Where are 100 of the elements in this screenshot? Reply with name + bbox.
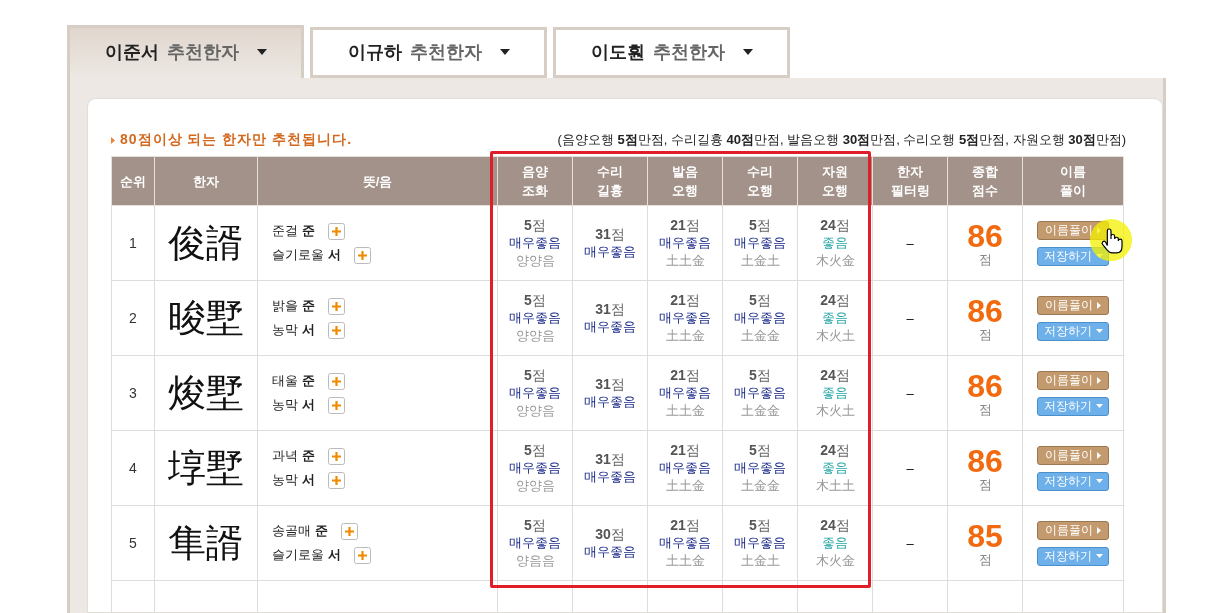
plus-icon[interactable] xyxy=(353,246,371,264)
element-text: 土土金 xyxy=(664,252,706,270)
name-tab[interactable]: 이준서 추천한자 xyxy=(67,25,304,78)
column-header: 수리 오행 xyxy=(722,156,798,206)
element-text: 土土金 xyxy=(664,552,706,570)
plus-icon[interactable] xyxy=(327,222,345,240)
score-text: 24점 xyxy=(819,441,851,459)
total-score: 86 xyxy=(966,444,1004,478)
rating-text: 좋음 xyxy=(821,384,849,402)
rating-text: 매우좋음 xyxy=(658,384,712,402)
plus-icon[interactable] xyxy=(353,546,371,564)
plus-icon[interactable] xyxy=(327,297,345,315)
plus-icon[interactable] xyxy=(327,447,345,465)
element-text: 土金金 xyxy=(739,477,781,495)
score-text: 5점 xyxy=(748,216,772,234)
save-button[interactable]: 저장하기 xyxy=(1037,546,1109,566)
meaning-text: 태울 준 xyxy=(272,372,316,390)
score-text: 5점 xyxy=(748,441,772,459)
caret-right-icon xyxy=(1097,376,1101,384)
score-text: 21점 xyxy=(669,366,701,384)
score-unit: 점 xyxy=(977,328,993,342)
score-text: 5점 xyxy=(748,516,772,534)
rating-text: 매우좋음 xyxy=(658,459,712,477)
element-text: 木火土 xyxy=(814,402,856,420)
column-header: 수리 길흉 xyxy=(572,156,648,206)
hanja-cell: 隼諝 xyxy=(154,505,258,581)
filter-cell: – xyxy=(872,505,948,581)
rating-text: 좋음 xyxy=(821,459,849,477)
interpret-button[interactable]: 이름풀이 xyxy=(1037,520,1109,540)
save-button[interactable]: 저장하기 xyxy=(1037,321,1109,341)
rating-text: 매우좋음 xyxy=(733,459,787,477)
element-text: 土金土 xyxy=(739,552,781,570)
column-header: 종합 점수 xyxy=(947,156,1023,206)
score-unit: 점 xyxy=(977,253,993,267)
rating-text: 매우좋음 xyxy=(583,543,637,561)
score-text: 5점 xyxy=(523,441,547,459)
column-header: 한자 xyxy=(154,156,258,206)
plus-icon[interactable] xyxy=(340,522,358,540)
interpret-button[interactable]: 이름풀이 xyxy=(1037,370,1109,390)
score-unit: 점 xyxy=(977,403,993,417)
plus-icon[interactable] xyxy=(327,471,345,489)
column-header: 발음 오행 xyxy=(647,156,723,206)
meaning-text: 농막 서 xyxy=(272,321,316,339)
score-text: 30점 xyxy=(594,525,626,543)
element-text: 木土土 xyxy=(814,477,856,495)
score-text: 5점 xyxy=(523,216,547,234)
caret-icon xyxy=(499,48,510,55)
hanja-cell: 俊諝 xyxy=(154,205,258,281)
plus-icon[interactable] xyxy=(327,396,345,414)
name-tab[interactable]: 이규하 추천한자 xyxy=(310,27,547,78)
column-header: 한자 필터링 xyxy=(872,156,948,206)
meaning-text: 슬기로울 서 xyxy=(272,246,342,264)
element-text: 木火金 xyxy=(814,552,856,570)
rating-text: 매우좋음 xyxy=(658,534,712,552)
meaning-text: 송골매 준 xyxy=(272,522,329,540)
column-header: 음양 조화 xyxy=(497,156,573,206)
name-tab[interactable]: 이도훤 추천한자 xyxy=(553,27,790,78)
element-text: 土金金 xyxy=(739,327,781,345)
hanja-cell: 焌墅 xyxy=(154,355,258,431)
meaning-text: 슬기로울 서 xyxy=(272,546,342,564)
score-text: 31점 xyxy=(594,225,626,243)
element-text: 土金金 xyxy=(739,402,781,420)
hanja-cell: 埻墅 xyxy=(154,430,258,506)
interpret-button[interactable]: 이름풀이 xyxy=(1037,445,1109,465)
score-text: 5점 xyxy=(523,516,547,534)
filter-cell: – xyxy=(872,205,948,281)
plus-icon[interactable] xyxy=(327,321,345,339)
rating-text: 매우좋음 xyxy=(658,234,712,252)
meaning-text: 밝을 준 xyxy=(272,297,316,315)
total-score: 86 xyxy=(966,219,1004,253)
rating-text: 매우좋음 xyxy=(508,234,562,252)
hand-cursor-icon xyxy=(1089,218,1133,262)
meaning-text: 과녁 준 xyxy=(272,447,316,465)
plus-icon[interactable] xyxy=(327,372,345,390)
rating-text: 좋음 xyxy=(821,534,849,552)
caret-icon xyxy=(1095,404,1103,408)
rank-cell: 5 xyxy=(111,505,155,581)
save-button[interactable]: 저장하기 xyxy=(1037,396,1109,416)
rating-text: 매우좋음 xyxy=(733,234,787,252)
score-text: 21점 xyxy=(669,516,701,534)
caret-icon xyxy=(742,48,753,55)
element-text: 土土金 xyxy=(664,477,706,495)
element-text: 土土金 xyxy=(664,327,706,345)
rating-text: 매우좋음 xyxy=(733,309,787,327)
rating-text: 좋음 xyxy=(821,234,849,252)
element-text: 양양음 xyxy=(514,477,556,495)
save-button[interactable]: 저장하기 xyxy=(1037,471,1109,491)
rank-cell: 4 xyxy=(111,430,155,506)
caret-icon xyxy=(1095,479,1103,483)
element-text: 土土金 xyxy=(664,402,706,420)
score-text: 5점 xyxy=(523,366,547,384)
rank-cell: 1 xyxy=(111,205,155,281)
element-text: 양양음 xyxy=(514,327,556,345)
rating-text: 매우좋음 xyxy=(658,309,712,327)
interpret-button[interactable]: 이름풀이 xyxy=(1037,295,1109,315)
element-text: 木火土 xyxy=(814,327,856,345)
total-score: 85 xyxy=(966,519,1004,553)
filter-cell: – xyxy=(872,355,948,431)
element-text: 木火金 xyxy=(814,252,856,270)
element-text: 양양음 xyxy=(514,252,556,270)
